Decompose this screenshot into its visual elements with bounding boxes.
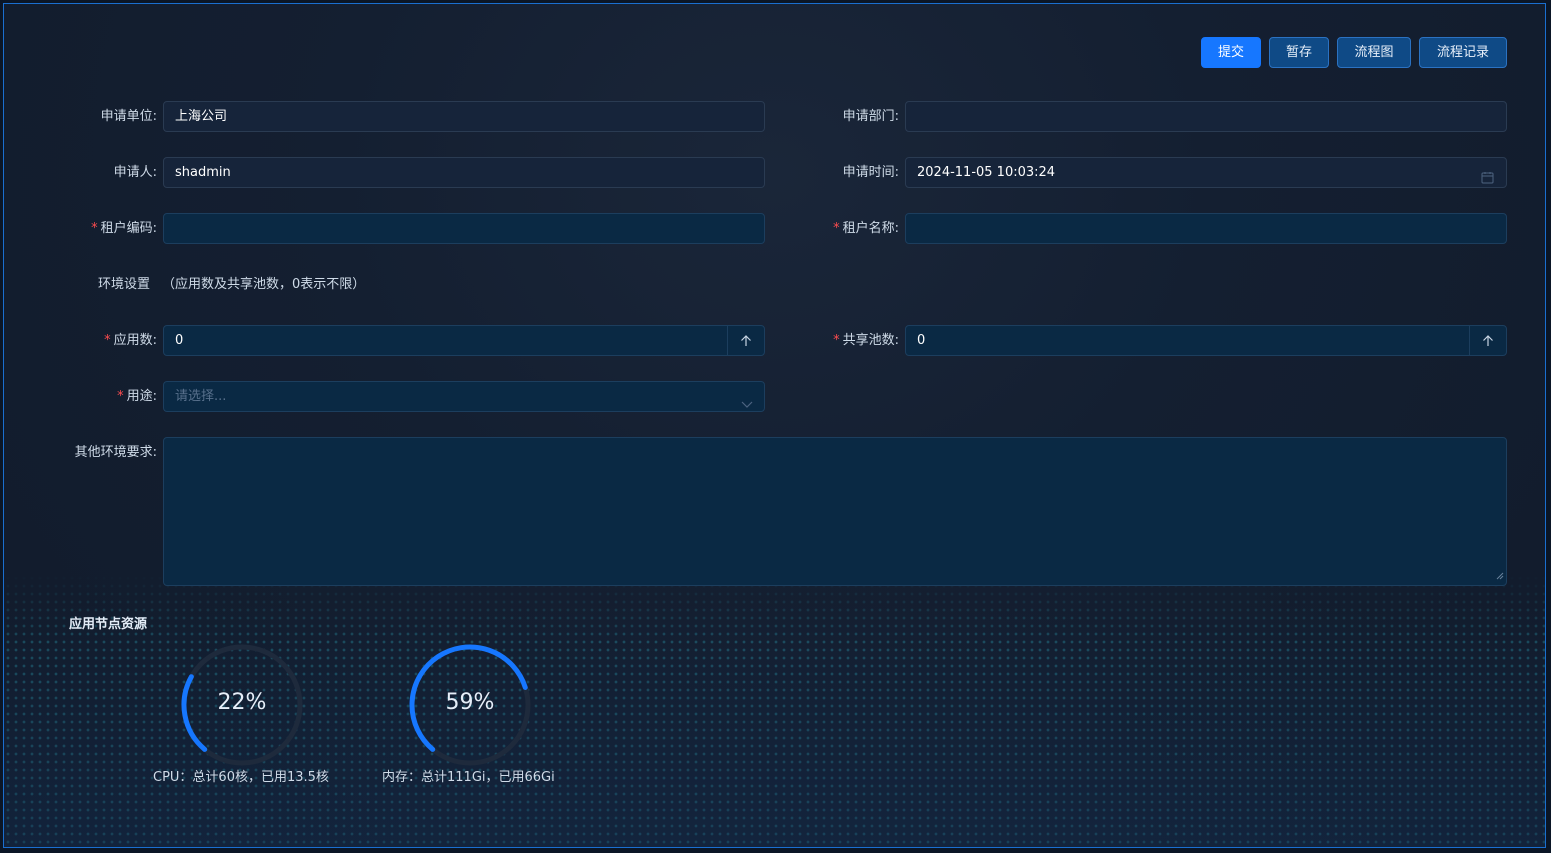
applicant-value: shadmin [175, 165, 231, 180]
required-mark: * [104, 333, 111, 348]
save-draft-button[interactable]: 暂存 [1269, 37, 1329, 68]
purpose-label: * 用途: [117, 389, 157, 404]
required-mark: * [117, 389, 124, 404]
applicant-field[interactable]: shadmin [163, 157, 765, 188]
cpu-caption: CPU：总计60核，已用13.5核 [153, 770, 329, 785]
tenant-code-field[interactable] [163, 213, 765, 244]
env-settings-hint: （应用数及共享池数，0表示不限） [162, 277, 366, 292]
cpu-percent: 22% [217, 690, 267, 715]
apply-time-label: 申请时间: [842, 165, 899, 180]
shared-pool-count-stepper[interactable]: 0 [905, 325, 1507, 356]
resources-title: 应用节点资源 [69, 617, 148, 632]
flowchart-button[interactable]: 流程图 [1337, 37, 1411, 68]
tenant-name-field[interactable] [905, 213, 1507, 244]
tenant-code-label: * 租户编码: [91, 221, 157, 236]
app-count-label: * 应用数: [104, 333, 157, 348]
shared-pool-count-value: 0 [917, 333, 926, 348]
app-count-stepper[interactable]: 0 [163, 325, 765, 356]
required-mark: * [91, 221, 98, 236]
arrow-up-icon[interactable] [1469, 326, 1506, 355]
other-requirements-label: 其他环境要求: [74, 445, 157, 460]
other-requirements-textarea[interactable] [163, 437, 1507, 586]
purpose-select[interactable]: 请选择... [163, 381, 765, 412]
apply-unit-field[interactable]: 上海公司 [163, 101, 765, 132]
submit-button[interactable]: 提交 [1201, 37, 1261, 68]
apply-time-field[interactable]: 2024-11-05 10:03:24 [905, 157, 1507, 188]
arrow-up-icon[interactable] [727, 326, 764, 355]
applicant-label: 申请人: [113, 165, 157, 180]
apply-time-value: 2024-11-05 10:03:24 [917, 165, 1056, 180]
apply-dept-field[interactable] [905, 101, 1507, 132]
required-mark: * [833, 333, 840, 348]
memory-percent: 59% [445, 690, 495, 715]
memory-caption: 内存：总计111Gi，已用66Gi [382, 770, 555, 785]
apply-unit-label: 申请单位: [100, 109, 157, 124]
resize-handle-icon[interactable] [1496, 565, 1504, 584]
chevron-down-icon[interactable] [741, 391, 753, 420]
apply-unit-value: 上海公司 [175, 109, 228, 124]
apply-dept-label: 申请部门: [842, 109, 899, 124]
purpose-placeholder: 请选择... [175, 389, 227, 404]
shared-pool-count-label: * 共享池数: [833, 333, 899, 348]
tenant-name-label: * 租户名称: [833, 221, 899, 236]
required-mark: * [833, 221, 840, 236]
flow-record-button[interactable]: 流程记录 [1419, 37, 1507, 68]
env-settings-label: 环境设置 [97, 277, 150, 292]
calendar-icon[interactable] [1481, 166, 1494, 184]
app-count-value: 0 [175, 333, 184, 348]
